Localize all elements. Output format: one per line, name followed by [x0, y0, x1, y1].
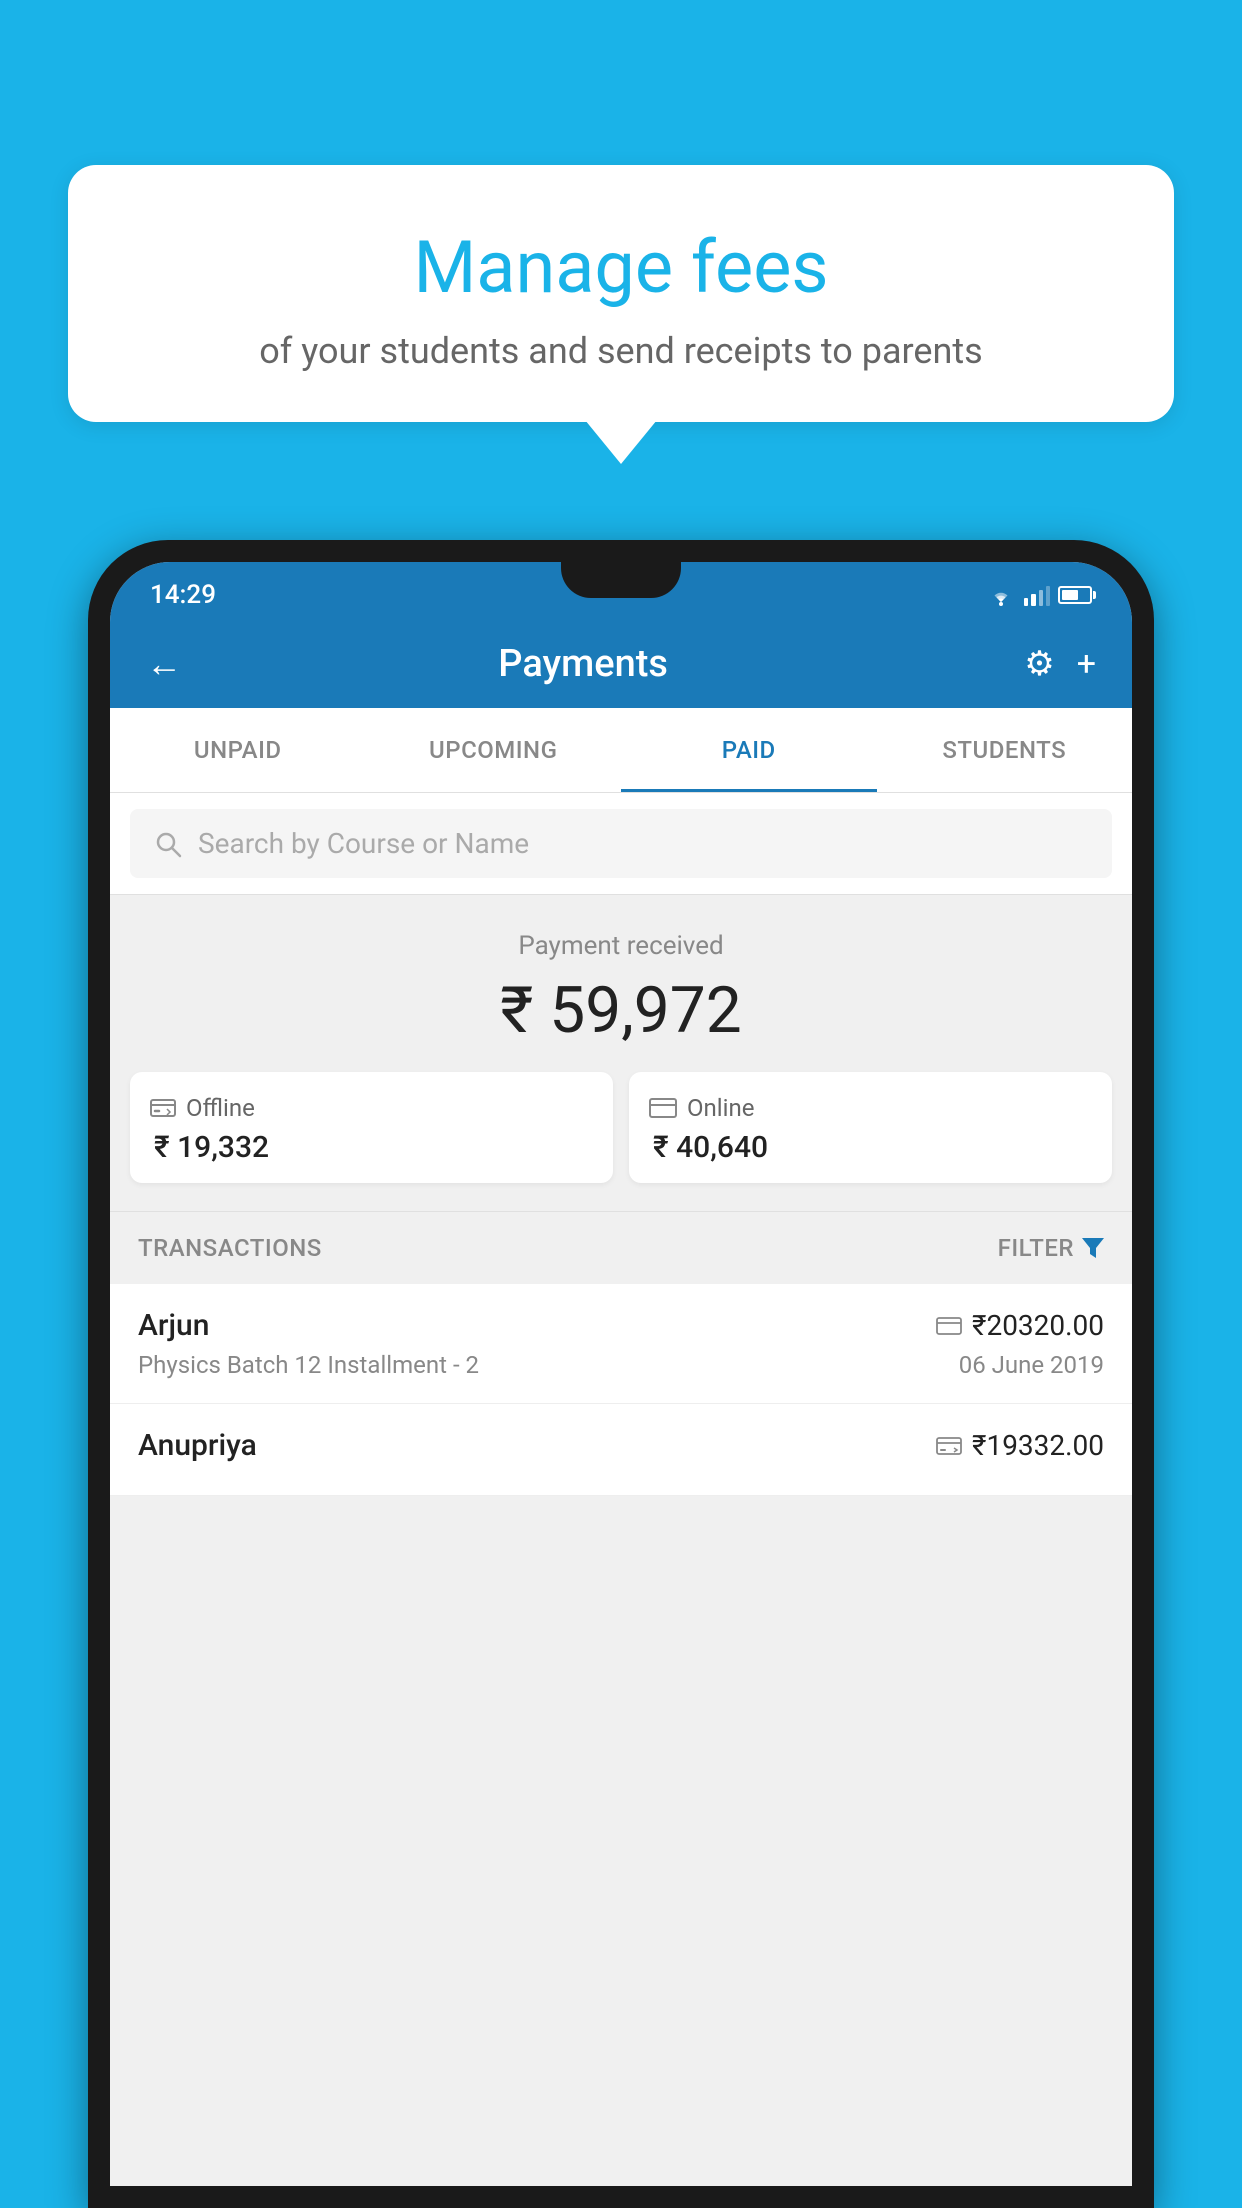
offline-label: Offline	[186, 1094, 255, 1122]
search-box[interactable]: Search by Course or Name	[130, 809, 1112, 878]
online-amount: ₹ 40,640	[649, 1130, 768, 1165]
transaction-name-1: Arjun	[138, 1308, 209, 1343]
transaction-amount-wrap-1: ₹20320.00	[936, 1309, 1104, 1342]
phone-screen: 14:29	[110, 562, 1132, 2186]
transactions-header: TRANSACTIONS FILTER	[110, 1211, 1132, 1284]
transaction-course-1: Physics Batch 12 Installment - 2	[138, 1351, 479, 1379]
online-card-header: Online	[649, 1094, 754, 1122]
filter-button[interactable]: FILTER	[998, 1234, 1104, 1262]
transaction-amount-wrap-2: ₹19332.00	[936, 1429, 1104, 1462]
tab-students[interactable]: STUDENTS	[877, 708, 1133, 792]
status-time: 14:29	[150, 580, 216, 610]
speech-bubble: Manage fees of your students and send re…	[68, 165, 1174, 422]
tab-upcoming[interactable]: UPCOMING	[366, 708, 622, 792]
transaction-name-2: Anupriya	[138, 1428, 257, 1463]
tab-paid[interactable]: PAID	[621, 708, 877, 792]
offline-amount: ₹ 19,332	[150, 1130, 269, 1165]
online-icon	[649, 1098, 677, 1118]
bubble-title: Manage fees	[108, 225, 1134, 310]
search-container: Search by Course or Name	[110, 793, 1132, 895]
tab-bar: UNPAID UPCOMING PAID STUDENTS	[110, 708, 1132, 793]
status-bar: 14:29	[110, 562, 1132, 620]
status-icons	[986, 584, 1092, 606]
tab-unpaid[interactable]: UNPAID	[110, 708, 366, 792]
transaction-item[interactable]: Arjun ₹20320.00 Physics Batch 12 Install…	[110, 1284, 1132, 1404]
settings-button[interactable]: ⚙	[1024, 644, 1054, 684]
wifi-icon	[986, 584, 1016, 606]
transactions-label: TRANSACTIONS	[138, 1234, 322, 1262]
search-icon	[154, 830, 182, 858]
bubble-subtitle: of your students and send receipts to pa…	[108, 330, 1134, 372]
app-header: ← Payments ⚙ +	[110, 620, 1132, 708]
transaction-item-2[interactable]: Anupriya ₹19332.00	[110, 1404, 1132, 1496]
transaction-detail-1: Physics Batch 12 Installment - 2 06 June…	[138, 1351, 1104, 1379]
online-transaction-icon	[936, 1317, 962, 1335]
header-actions: ⚙ +	[1024, 644, 1096, 684]
add-button[interactable]: +	[1077, 644, 1096, 684]
offline-icon	[150, 1097, 176, 1119]
online-label: Online	[687, 1094, 754, 1122]
filter-icon	[1082, 1238, 1104, 1258]
transaction-amount-1: ₹20320.00	[972, 1309, 1104, 1342]
signal-icon	[1024, 584, 1050, 606]
payment-summary: Payment received ₹ 59,972 Offline ₹ 19,3…	[110, 895, 1132, 1211]
offline-transaction-icon	[936, 1436, 962, 1456]
online-card: Online ₹ 40,640	[629, 1072, 1112, 1183]
transaction-amount-2: ₹19332.00	[972, 1429, 1104, 1462]
transaction-date-1: 06 June 2019	[959, 1351, 1104, 1379]
payment-amount: ₹ 59,972	[130, 973, 1112, 1048]
phone-mockup: 14:29	[88, 540, 1154, 2208]
page-title: Payments	[142, 642, 1024, 686]
offline-card: Offline ₹ 19,332	[130, 1072, 613, 1183]
payment-cards: Offline ₹ 19,332 Online ₹ 40,640	[130, 1072, 1112, 1183]
transaction-row-2: Anupriya ₹19332.00	[138, 1428, 1104, 1463]
battery-icon	[1058, 586, 1092, 604]
payment-label: Payment received	[130, 931, 1112, 961]
transaction-row-1: Arjun ₹20320.00	[138, 1308, 1104, 1343]
search-placeholder: Search by Course or Name	[198, 827, 529, 860]
phone-notch	[561, 562, 681, 598]
filter-label: FILTER	[998, 1234, 1074, 1262]
offline-card-header: Offline	[150, 1094, 255, 1122]
